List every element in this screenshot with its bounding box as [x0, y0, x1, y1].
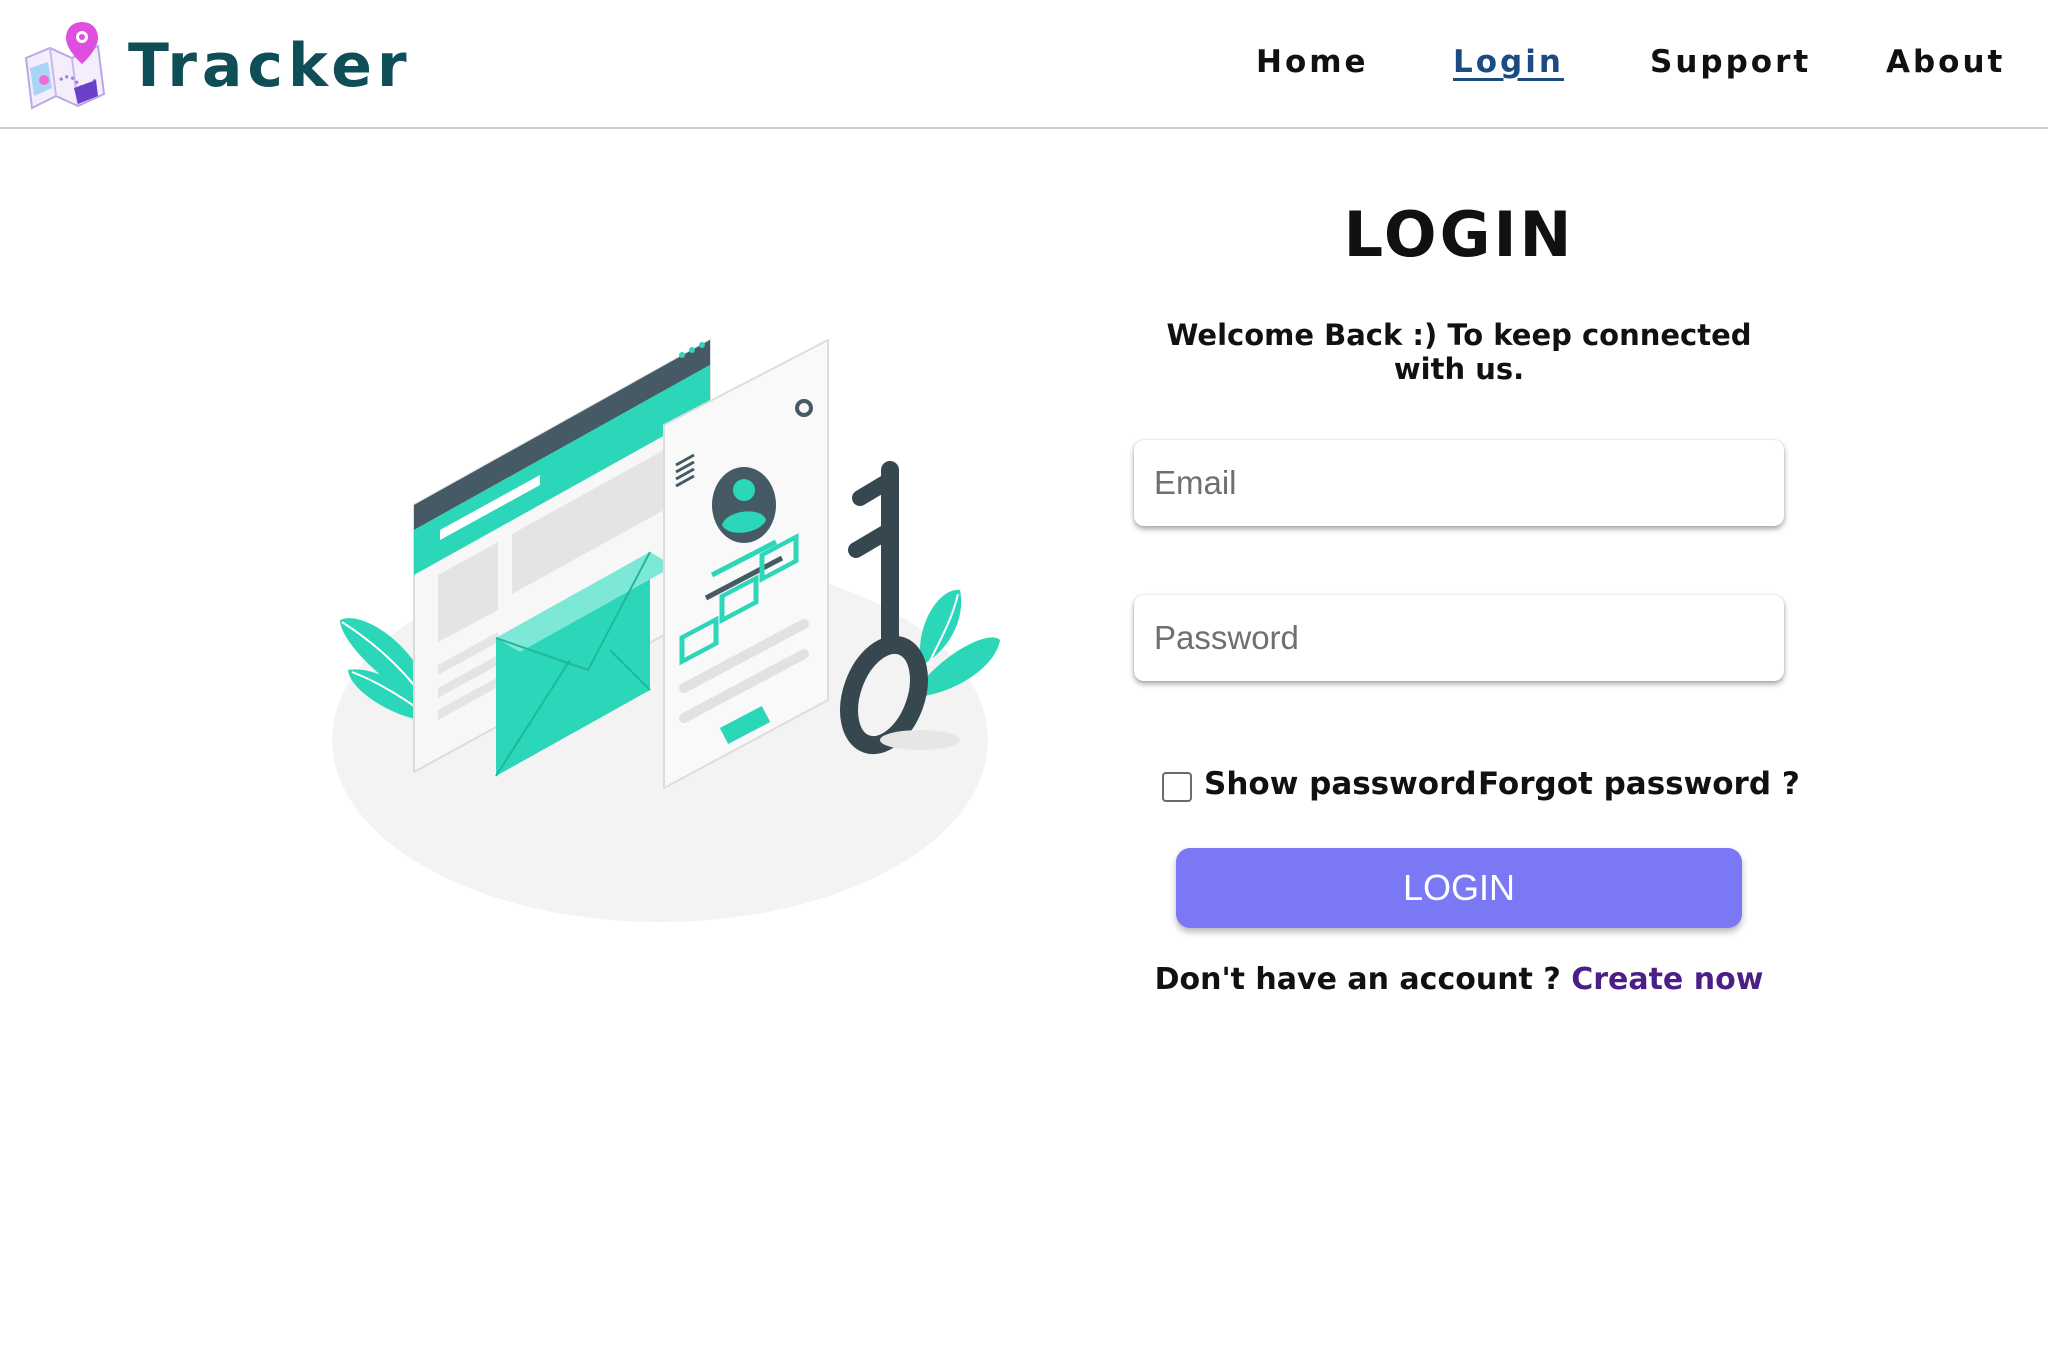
show-password-checkbox[interactable] — [1162, 772, 1192, 802]
top-navbar: Tracker Home Login Support About — [0, 0, 2048, 129]
brand[interactable]: Tracker — [20, 18, 412, 114]
signup-prompt-row: Don't have an account ? Create now — [1134, 962, 1784, 997]
login-security-illustration — [332, 338, 1000, 922]
password-field[interactable] — [1134, 595, 1784, 681]
login-button[interactable]: LOGIN — [1176, 848, 1742, 928]
nav-link-about[interactable]: About — [1886, 44, 2005, 80]
create-account-link[interactable]: Create now — [1571, 962, 1763, 997]
brand-name: Tracker — [128, 31, 412, 101]
map-pin-logo-icon — [24, 22, 106, 110]
page-title: LOGIN — [1343, 198, 1575, 271]
signup-prompt-text: Don't have an account ? — [1154, 962, 1572, 997]
welcome-subtitle: Welcome Back :) To keep connected with u… — [1166, 318, 1752, 386]
email-field[interactable] — [1134, 440, 1784, 526]
show-password-label[interactable]: Show password — [1204, 766, 1477, 802]
nav-link-home[interactable]: Home — [1256, 44, 1369, 80]
password-options-row: Show password Forgot password ? — [1162, 766, 1800, 810]
right-leaves — [920, 589, 1000, 696]
nav-link-support[interactable]: Support — [1650, 44, 1811, 80]
forgot-password-link[interactable]: Forgot password ? — [1478, 766, 1800, 802]
nav-link-login[interactable]: Login — [1453, 44, 1564, 80]
